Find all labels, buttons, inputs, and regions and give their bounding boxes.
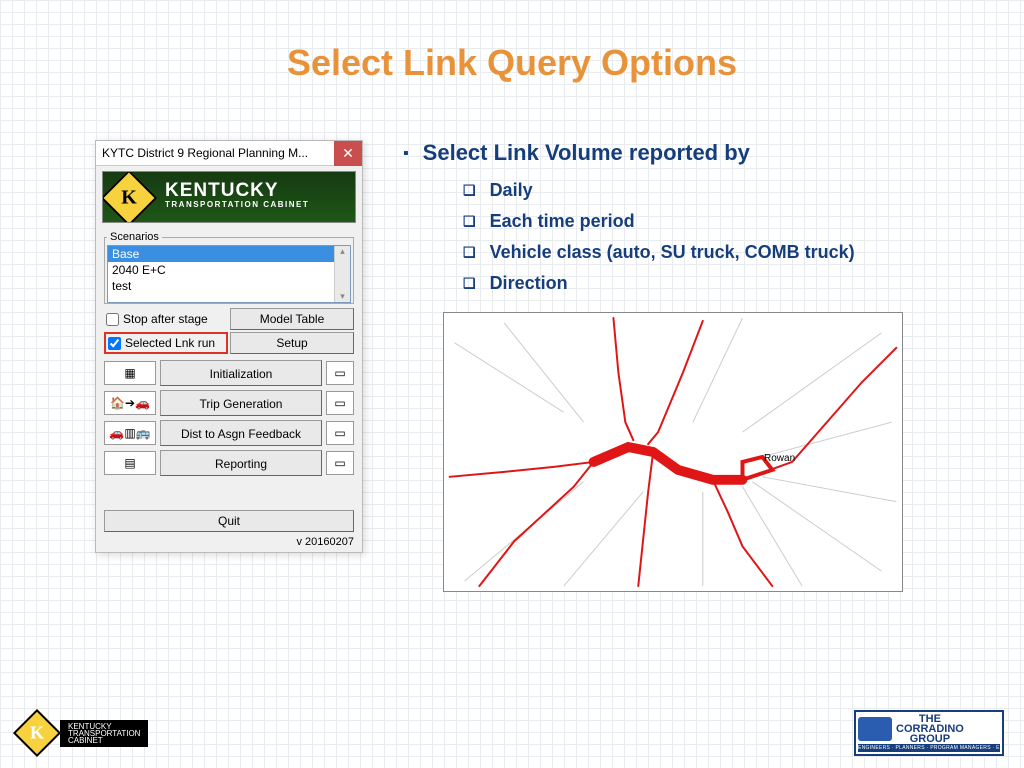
selected-link-run-checkbox[interactable]: Selected Lnk run — [104, 332, 228, 354]
option-item: Each time period — [463, 211, 984, 232]
stage-out-icon: ▭ — [326, 451, 354, 475]
quit-button[interactable]: Quit — [104, 510, 354, 532]
trip-generation-icon: 🏠➔🚗 — [104, 391, 156, 415]
dist-asgn-icon: 🚗▥🚌 — [104, 421, 156, 445]
scenario-item[interactable]: test — [108, 278, 350, 294]
route-sign-icon — [102, 171, 157, 223]
network-map: Rowan — [443, 312, 903, 592]
globe-icon — [858, 717, 892, 741]
panel-heading: Select Link Volume reported by — [403, 140, 984, 166]
stage-out-icon: ▭ — [326, 391, 354, 415]
scenarios-legend: Scenarios — [107, 231, 162, 243]
scrollbar[interactable]: ▴ ▾ — [334, 246, 350, 302]
initialization-icon: ▦ — [104, 361, 156, 385]
banner-line1: KENTUCKY — [165, 182, 309, 200]
checkbox-icon — [106, 313, 119, 326]
trip-generation-button[interactable]: Trip Generation — [160, 390, 322, 416]
slide-title: Select Link Query Options — [0, 0, 1024, 84]
corradino-logo: THE CORRADINO GROUP ENGINEERS · PLANNERS… — [854, 710, 1004, 756]
scroll-up-icon: ▴ — [340, 246, 345, 257]
map-county-label: Rowan — [764, 453, 795, 464]
scroll-down-icon: ▾ — [340, 291, 345, 302]
dialog-title: KYTC District 9 Regional Planning M... — [96, 146, 330, 160]
checkbox-label: Stop after stage — [123, 312, 208, 326]
route-sign-icon — [13, 709, 61, 757]
model-table-button[interactable]: Model Table — [230, 308, 354, 330]
logo-line: CABINET — [68, 737, 140, 744]
setup-button[interactable]: Setup — [230, 332, 354, 354]
initialization-button[interactable]: Initialization — [160, 360, 322, 386]
stage-out-icon: ▭ — [326, 421, 354, 445]
kytc-logo: KENTUCKY TRANSPORTATION CABINET — [20, 710, 148, 756]
stop-after-stage-checkbox[interactable]: Stop after stage — [104, 308, 228, 330]
reporting-icon: ▤ — [104, 451, 156, 475]
version-label: v 20160207 — [96, 534, 362, 552]
option-item: Direction — [463, 273, 984, 294]
model-dialog: KYTC District 9 Regional Planning M... ✕… — [95, 140, 363, 553]
checkbox-label: Selected Lnk run — [125, 336, 215, 350]
dialog-titlebar: KYTC District 9 Regional Planning M... ✕ — [96, 141, 362, 166]
agency-banner: KENTUCKY TRANSPORTATION CABINET — [102, 171, 356, 223]
scenario-item[interactable]: Base — [108, 246, 350, 262]
corradino-name: THE CORRADINO GROUP — [896, 714, 964, 744]
scenarios-listbox[interactable]: Base 2040 E+C test ▴ ▾ — [107, 245, 351, 303]
close-button[interactable]: ✕ — [334, 141, 362, 166]
banner-text: KENTUCKY TRANSPORTATION CABINET — [165, 182, 309, 209]
corradino-tagline: ENGINEERS · PLANNERS · PROGRAM MANAGERS … — [858, 744, 1000, 752]
banner-line2: TRANSPORTATION CABINET — [165, 200, 309, 209]
stage-out-icon: ▭ — [326, 361, 354, 385]
content-area: KYTC District 9 Regional Planning M... ✕… — [95, 140, 984, 592]
options-list: Daily Each time period Vehicle class (au… — [463, 180, 984, 294]
logo-line: GROUP — [896, 734, 964, 744]
option-item: Vehicle class (auto, SU truck, COMB truc… — [463, 242, 984, 263]
reporting-button[interactable]: Reporting — [160, 450, 322, 476]
option-item: Daily — [463, 180, 984, 201]
kytc-logo-text: KENTUCKY TRANSPORTATION CABINET — [60, 720, 148, 747]
scenarios-fieldset: Scenarios Base 2040 E+C test ▴ ▾ — [104, 231, 354, 304]
footer: KENTUCKY TRANSPORTATION CABINET THE CORR… — [0, 710, 1024, 756]
checkbox-icon — [108, 337, 121, 350]
right-panel: Select Link Volume reported by Daily Eac… — [363, 140, 984, 592]
dist-asgn-feedback-button[interactable]: Dist to Asgn Feedback — [160, 420, 322, 446]
scenario-item[interactable]: 2040 E+C — [108, 262, 350, 278]
close-icon: ✕ — [342, 145, 354, 162]
